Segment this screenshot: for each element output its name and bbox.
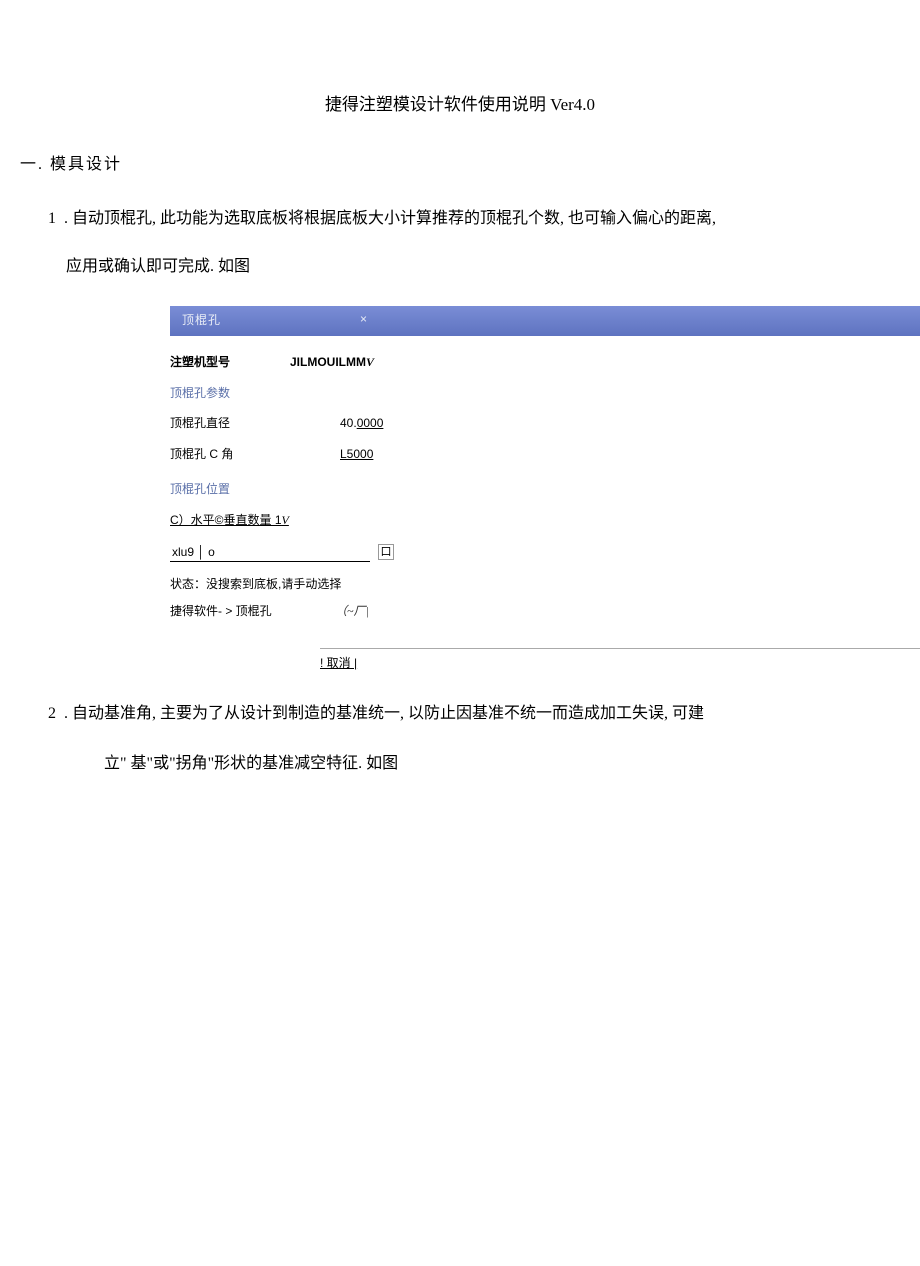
section-heading-1: 一. 模具设计 [20,151,900,180]
c-angle-row: 顶棍孔 C 角 L5000 [170,446,900,463]
item-1-number: 1 [48,203,56,235]
input-row: xlu9 │ o 口 [170,543,900,563]
params-heading-row: 顶棍孔参数 [170,385,900,402]
dialog-title-text: 顶棍孔 [182,313,221,327]
machine-model-row: 注塑机型号 JILMOUILMMV [170,354,900,371]
item-1-paragraph: 1 . 自动顶棍孔, 此功能为选取底板将根据底板大小计算推荐的顶棍孔个数, 也可输… [20,203,900,235]
item-1-text: . 自动顶棍孔, 此功能为选取底板将根据底板大小计算推荐的顶棍孔个数, 也可输入… [64,210,716,227]
dialog-body: 注塑机型号 JILMOUILMMV 顶棍孔参数 顶棍孔直径 40.0000 顶棍… [170,336,900,672]
item-2-number: 2 [48,698,56,730]
path-text: 捷得软件- > 顶棍孔 [170,604,272,618]
item-2-paragraph: 2 . 自动基准角, 主要为了从设计到制造的基准统一, 以防止因基准不统一而造成加… [20,698,900,780]
cancel-button[interactable]: ! 取消 | [320,656,357,670]
input-side-button[interactable]: 口 [378,544,394,560]
dialog-screenshot: 顶棍孔 × 注塑机型号 JILMOUILMMV 顶棍孔参数 顶棍孔直径 40.0… [20,306,900,672]
position-heading-row: 顶棍孔位置 [170,481,900,498]
item-2-text: . 自动基准角, 主要为了从设计到制造的基准统一, 以防止因基准不统一而造成加工… [64,705,704,722]
diameter-value[interactable]: 40.0000 [340,415,383,432]
document-title: 捷得注塑模设计软件使用说明 Ver4.0 [20,90,900,121]
text-input[interactable]: xlu9 │ o [170,543,370,563]
path-row: 捷得软件- > 顶棍孔 （~厂| [170,603,900,620]
machine-model-value: JILMOUILMMV [290,354,374,371]
path-suffix: （~厂| [335,604,369,618]
diameter-row: 顶棍孔直径 40.0000 [170,415,900,432]
dialog-titlebar: 顶棍孔 × [170,306,920,336]
position-option-text[interactable]: C）水平©垂直数量 1V [170,513,289,527]
item-1-subtext: 应用或确认即可完成. 如图 [20,253,900,282]
cancel-row: ! 取消 | [170,655,900,672]
position-option-row: C）水平©垂直数量 1V [170,512,900,529]
c-angle-label: 顶棍孔 C 角 [170,446,340,463]
machine-model-label: 注塑机型号 [170,354,290,371]
params-heading: 顶棍孔参数 [170,385,290,402]
position-heading: 顶棍孔位置 [170,481,290,498]
status-text: 状态：没搜索到底板,请手动选择 [170,576,900,593]
diameter-label: 顶棍孔直径 [170,415,340,432]
item-2-subtext: 立" 基"或"拐角"形状的基准减空特征. 如图 [48,748,900,780]
close-icon[interactable]: × [360,309,368,331]
divider-line [320,648,920,649]
c-angle-value[interactable]: L5000 [340,446,373,463]
